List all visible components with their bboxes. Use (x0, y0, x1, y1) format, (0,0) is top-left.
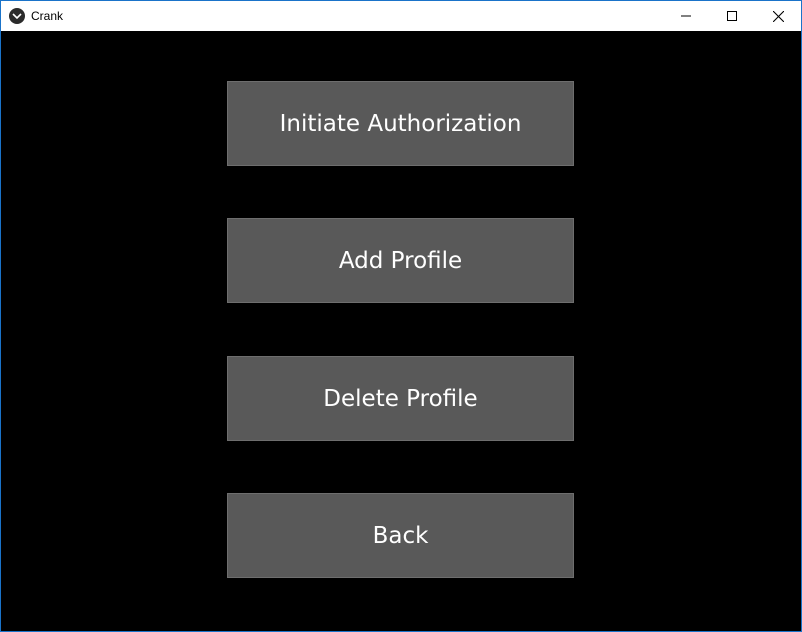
button-label: Add Profile (338, 247, 463, 274)
initiate-authorization-button[interactable]: Initiate Authorization (227, 81, 574, 166)
window-controls (663, 1, 801, 31)
button-label: Initiate Authorization (279, 110, 522, 137)
main-content: Initiate Authorization Add Profile Delet… (1, 31, 801, 631)
button-label: Delete Profile (323, 385, 478, 412)
maximize-button[interactable] (709, 1, 755, 31)
maximize-icon (727, 11, 737, 21)
delete-profile-button[interactable]: Delete Profile (227, 356, 574, 441)
title-bar[interactable]: Crank (1, 1, 801, 31)
close-button[interactable] (755, 1, 801, 31)
back-button[interactable]: Back (227, 493, 574, 578)
app-logo-icon (9, 8, 25, 24)
close-icon (772, 10, 784, 22)
button-label: Back (372, 522, 429, 549)
app-window: Crank Initiate Authorization Add Profile… (0, 0, 802, 632)
minimize-icon (681, 15, 691, 17)
window-title: Crank (31, 9, 64, 23)
minimize-button[interactable] (663, 1, 709, 31)
add-profile-button[interactable]: Add Profile (227, 218, 574, 303)
